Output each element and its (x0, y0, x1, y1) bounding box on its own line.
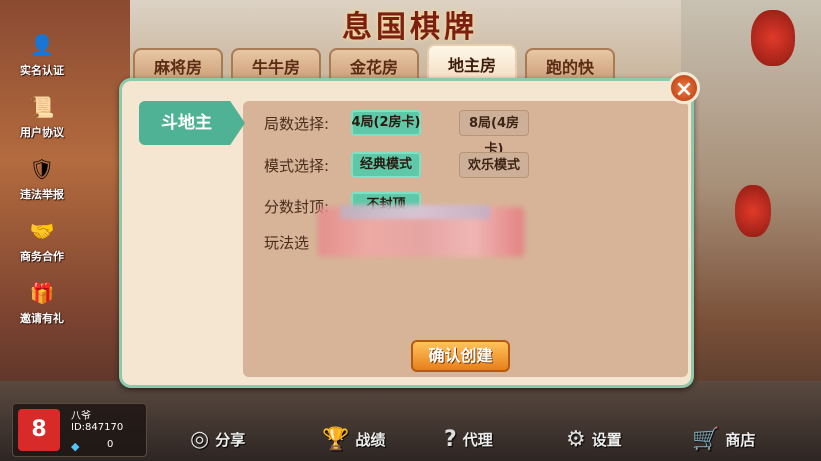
sidebar-item-label: 邀请有礼 (20, 312, 64, 325)
sidebar-item-verify[interactable]: 👤 实名认证 (8, 28, 76, 90)
nav-label: 分享 (215, 430, 246, 449)
agreement-icon: 📜 (29, 95, 55, 119)
nav-label: 代理 (462, 430, 493, 449)
user-id: ID:847170 (71, 422, 124, 433)
sidebar-item-label: 用户协议 (20, 126, 64, 139)
app-title: 息国棋牌 (342, 10, 478, 45)
rounds-option-4[interactable]: 4局(2房卡) (351, 110, 421, 136)
nav-label: 战绩 (355, 430, 386, 449)
diamond-icon: ◆ (71, 440, 80, 453)
nav-settings[interactable]: ⚙ 设置 (566, 422, 622, 456)
sidebar-item-business[interactable]: 🤝 商务合作 (8, 214, 76, 276)
redacted-area (340, 205, 490, 219)
sidebar-item-label: 商务合作 (20, 250, 64, 263)
user-name: 八爷 (71, 411, 91, 422)
sidebar-item-label: 违法举报 (20, 188, 64, 201)
user-info[interactable]: 8 八爷 ID:847170 ◆ 0 (12, 403, 147, 457)
close-button[interactable]: × (668, 72, 700, 104)
question-icon: ? (444, 426, 457, 452)
game-mode-tag[interactable]: 斗地主 (139, 101, 245, 145)
avatar: 8 (18, 409, 60, 451)
mode-label: 模式选择: (264, 157, 330, 175)
sidebar-item-report[interactable]: 🛡 违法举报 (8, 152, 76, 214)
cart-icon: 🛒 (692, 426, 720, 452)
sidebar-item-agreement[interactable]: 📜 用户协议 (8, 90, 76, 152)
handshake-icon: 🤝 (29, 219, 55, 243)
mode-option-classic[interactable]: 经典模式 (351, 152, 421, 178)
nav-share[interactable]: ◎ 分享 (190, 422, 245, 456)
nav-label: 商店 (725, 430, 756, 449)
lantern-icon (735, 185, 771, 237)
mode-option-happy[interactable]: 欢乐模式 (459, 152, 529, 178)
side-menu: 👤 实名认证 📜 用户协议 🛡 违法举报 🤝 商务合作 🎁 邀请有礼 (8, 28, 76, 338)
rounds-label: 局数选择: (264, 115, 330, 133)
report-shield-icon: 🛡 (29, 157, 55, 181)
gear-icon: ⚙ (566, 426, 586, 452)
rounds-option-8[interactable]: 8局(4房卡) (459, 110, 529, 157)
confirm-create-button[interactable]: 确认创建 (411, 340, 510, 372)
share-icon: ◎ (190, 426, 210, 452)
nav-shop[interactable]: 🛒 商店 (692, 422, 755, 456)
trophy-icon: 🏆 (322, 426, 350, 452)
nav-agent[interactable]: ? 代理 (444, 422, 493, 456)
sidebar-item-invite[interactable]: 🎁 邀请有礼 (8, 276, 76, 338)
sidebar-item-label: 实名认证 (20, 64, 64, 77)
nav-records[interactable]: 🏆 战绩 (322, 422, 385, 456)
play-style-label: 玩法选 (264, 234, 310, 252)
diamond-count: 0 (107, 439, 114, 450)
lantern-icon (751, 10, 795, 66)
id-card-icon: 👤 (29, 33, 55, 57)
gift-icon: 🎁 (29, 281, 55, 305)
nav-label: 设置 (591, 430, 622, 449)
